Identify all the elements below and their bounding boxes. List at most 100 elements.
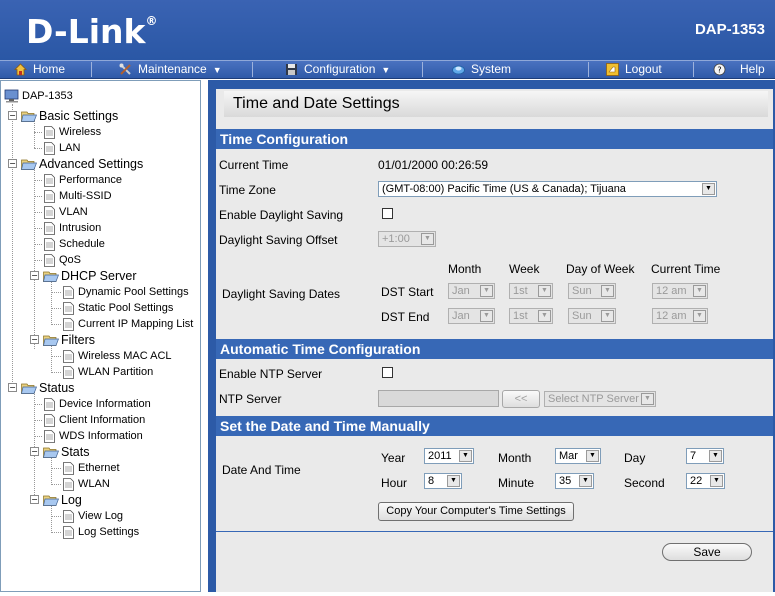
minute-select[interactable]: 35 ▼ xyxy=(555,473,594,489)
tree-wlan[interactable]: WLAN xyxy=(63,476,110,492)
tree-wds-information[interactable]: WDS Information xyxy=(44,428,143,444)
collapse-icon[interactable]: − xyxy=(8,383,17,392)
copy-computer-time-button[interactable]: Copy Your Computer's Time Settings xyxy=(378,502,574,521)
tree-vlan[interactable]: VLAN xyxy=(44,204,88,220)
col-day-of-week-header: Day of Week xyxy=(566,262,635,276)
chevron-down-icon: ▼ xyxy=(480,285,493,297)
settings-panel: Time and Date Settings Time Configuratio… xyxy=(216,89,773,592)
collapse-icon[interactable]: − xyxy=(8,111,17,120)
tree-filters[interactable]: Filters xyxy=(43,332,95,348)
collapse-icon[interactable]: − xyxy=(30,335,39,344)
ntp-enable-label: Enable NTP Server xyxy=(219,367,323,381)
menu-configuration[interactable]: Configuration ▼ xyxy=(285,61,390,78)
menu-system[interactable]: System xyxy=(452,61,511,78)
chevron-down-icon: ▼ xyxy=(579,475,592,487)
chevron-down-icon: ▼ xyxy=(459,450,472,462)
dst-start-time-select[interactable]: 12 am ▼ xyxy=(652,283,708,299)
chevron-down-icon: ▼ xyxy=(586,450,599,462)
chevron-down-icon: ▼ xyxy=(381,65,391,75)
tree-basic-settings[interactable]: Basic Settings xyxy=(21,108,118,124)
open-folder-icon xyxy=(21,111,37,123)
tree-intrusion[interactable]: Intrusion xyxy=(44,220,101,236)
tree-schedule[interactable]: Schedule xyxy=(44,236,105,252)
tree-wireless[interactable]: Wireless xyxy=(44,124,101,140)
open-folder-icon xyxy=(43,495,59,507)
tree-multi-ssid[interactable]: Multi-SSID xyxy=(44,188,112,204)
tree-client-information[interactable]: Client Information xyxy=(44,412,145,428)
collapse-icon[interactable]: − xyxy=(8,159,17,168)
tree-mac-acl[interactable]: Wireless MAC ACL xyxy=(63,348,172,364)
open-folder-icon xyxy=(43,335,59,347)
tree-dynamic-pool[interactable]: Dynamic Pool Settings xyxy=(63,284,189,300)
menu-home[interactable]: Home xyxy=(14,61,65,78)
time-zone-select[interactable]: (GMT-08:00) Pacific Time (US & Canada); … xyxy=(378,181,717,197)
section-automatic-time: Automatic Time Configuration xyxy=(216,339,773,359)
document-icon xyxy=(63,349,74,363)
chevron-down-icon: ▼ xyxy=(480,310,493,322)
ntp-enable-checkbox[interactable] xyxy=(382,367,393,378)
dst-end-time-select[interactable]: 12 am ▼ xyxy=(652,308,708,324)
chevron-down-icon: ▼ xyxy=(702,183,715,195)
collapse-icon[interactable]: − xyxy=(30,271,39,280)
chevron-down-icon: ▼ xyxy=(641,393,654,405)
chevron-down-icon: ▼ xyxy=(601,310,614,322)
tree-view-log[interactable]: View Log xyxy=(63,508,123,524)
help-icon: ? xyxy=(713,63,726,76)
daylight-saving-checkbox[interactable] xyxy=(382,208,393,219)
tree-root-device[interactable]: DAP-1353 xyxy=(4,88,73,104)
chevron-down-icon: ▼ xyxy=(693,310,706,322)
second-select[interactable]: 22 ▼ xyxy=(686,473,725,489)
ntp-copy-button[interactable]: << xyxy=(502,390,540,408)
document-icon xyxy=(63,317,74,331)
year-select[interactable]: 2011 ▼ xyxy=(424,448,474,464)
chevron-down-icon: ▼ xyxy=(538,310,551,322)
menu-logout[interactable]: Logout xyxy=(606,61,662,78)
tree-log[interactable]: Log xyxy=(43,492,82,508)
day-select[interactable]: 7 ▼ xyxy=(686,448,724,464)
tree-ethernet[interactable]: Ethernet xyxy=(63,460,120,476)
ntp-server-input[interactable] xyxy=(378,390,499,407)
dst-end-month-select[interactable]: Jan ▼ xyxy=(448,308,495,324)
section-time-configuration: Time Configuration xyxy=(216,129,773,149)
tree-static-pool[interactable]: Static Pool Settings xyxy=(63,300,173,316)
second-label: Second xyxy=(624,476,665,490)
dst-start-label: DST Start xyxy=(381,285,434,299)
document-icon xyxy=(63,285,74,299)
col-current-time-header: Current Time xyxy=(651,262,721,276)
collapse-icon[interactable]: − xyxy=(30,495,39,504)
save-button[interactable]: Save xyxy=(662,543,752,561)
document-icon xyxy=(44,397,55,411)
month-select[interactable]: Mar ▼ xyxy=(555,448,601,464)
tree-status[interactable]: Status xyxy=(21,380,74,396)
document-icon xyxy=(44,237,55,251)
menu-maintenance[interactable]: Maintenance ▼ xyxy=(119,61,222,78)
tree-stats[interactable]: Stats xyxy=(43,444,90,460)
document-icon xyxy=(63,509,74,523)
tree-performance[interactable]: Performance xyxy=(44,172,122,188)
tree-wlan-partition[interactable]: WLAN Partition xyxy=(63,364,153,380)
daylight-offset-select[interactable]: +1:00 ▼ xyxy=(378,231,436,247)
dst-start-month-select[interactable]: Jan ▼ xyxy=(448,283,495,299)
hour-select[interactable]: 8 ▼ xyxy=(424,473,462,489)
floppy-disk-icon xyxy=(286,64,297,76)
tree-ip-mapping[interactable]: Current IP Mapping List xyxy=(63,316,193,332)
tree-lan[interactable]: LAN xyxy=(44,140,80,156)
tree-qos[interactable]: QoS xyxy=(44,252,81,268)
dst-start-day-select[interactable]: Sun ▼ xyxy=(568,283,616,299)
col-month-header: Month xyxy=(448,262,482,276)
chevron-down-icon: ▼ xyxy=(447,475,460,487)
network-icon xyxy=(452,65,465,75)
collapse-icon[interactable]: − xyxy=(30,447,39,456)
document-icon xyxy=(44,221,55,235)
current-time-value: 01/01/2000 00:26:59 xyxy=(378,158,489,172)
dst-end-day-select[interactable]: Sun ▼ xyxy=(568,308,616,324)
tree-advanced-settings[interactable]: Advanced Settings xyxy=(21,156,143,172)
dst-end-week-select[interactable]: 1st ▼ xyxy=(509,308,553,324)
dst-start-week-select[interactable]: 1st ▼ xyxy=(509,283,553,299)
tree-dhcp-server[interactable]: DHCP Server xyxy=(43,268,136,284)
tree-device-information[interactable]: Device Information xyxy=(44,396,151,412)
tree-log-settings[interactable]: Log Settings xyxy=(63,524,139,540)
chevron-down-icon: ▼ xyxy=(212,65,222,75)
menu-help[interactable]: ? Help xyxy=(713,61,765,78)
ntp-server-select[interactable]: Select NTP Server ▼ xyxy=(544,391,656,407)
